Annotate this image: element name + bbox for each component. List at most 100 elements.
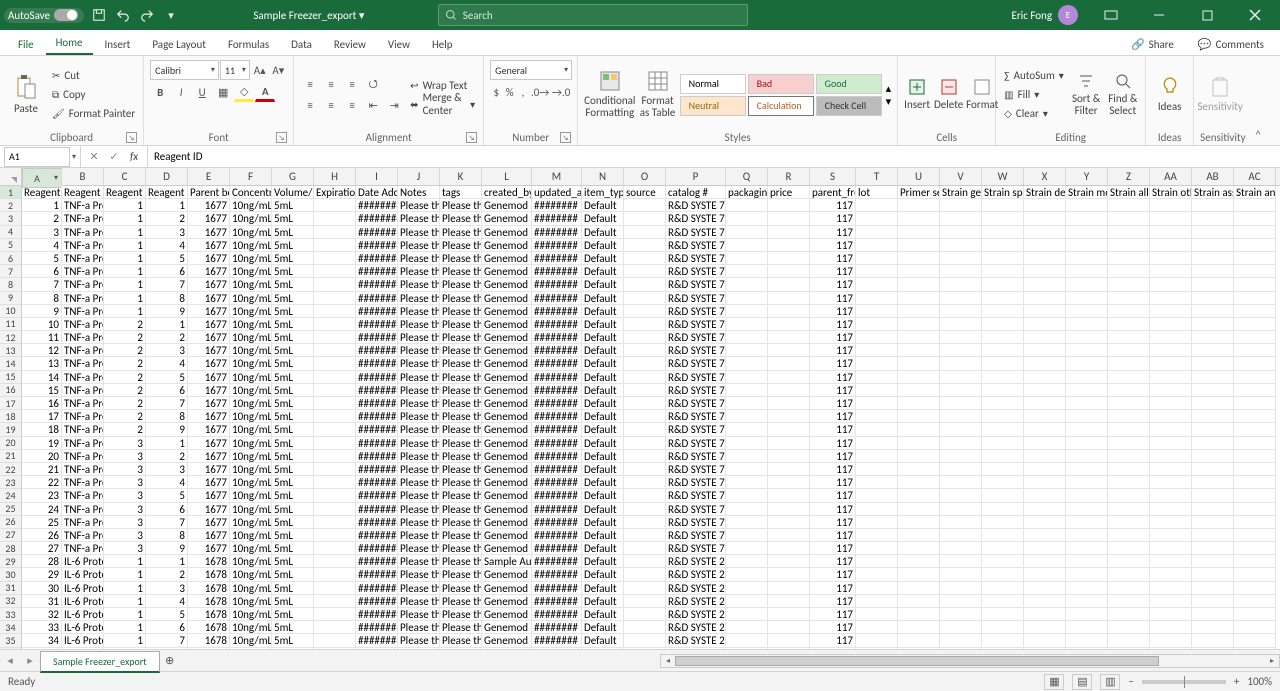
cell[interactable] — [856, 489, 898, 502]
cell[interactable] — [768, 252, 810, 265]
cell[interactable]: 33 — [22, 621, 62, 634]
cell[interactable]: 117 — [810, 450, 856, 463]
cell[interactable] — [726, 371, 768, 384]
cell[interactable] — [624, 503, 666, 516]
cell[interactable]: 5mL — [272, 608, 314, 621]
cell[interactable] — [940, 608, 982, 621]
tab-view[interactable]: View — [378, 34, 420, 55]
cell[interactable]: ######## — [532, 648, 582, 649]
cell[interactable]: 5mL — [272, 582, 314, 595]
cell[interactable]: ######## — [356, 516, 398, 529]
cell[interactable]: Please thro — [440, 608, 482, 621]
cell[interactable]: Genemod — [482, 476, 532, 489]
cell[interactable]: ######## — [356, 621, 398, 634]
cell[interactable] — [1024, 371, 1066, 384]
cell[interactable]: 117 — [810, 582, 856, 595]
autosave-toggle[interactable]: AutoSave — [4, 8, 84, 23]
cell[interactable] — [856, 423, 898, 436]
cell[interactable] — [898, 476, 940, 489]
cell[interactable] — [898, 568, 940, 581]
cell[interactable]: 5mL — [272, 226, 314, 239]
cell[interactable] — [898, 331, 940, 344]
cell[interactable] — [726, 318, 768, 331]
cell[interactable]: lot — [856, 186, 898, 199]
cell[interactable] — [982, 529, 1024, 542]
cell[interactable] — [1150, 423, 1192, 436]
cell[interactable] — [1150, 239, 1192, 252]
cell[interactable] — [314, 384, 356, 397]
cell[interactable] — [768, 410, 810, 423]
cell[interactable]: Genemod — [482, 384, 532, 397]
cell[interactable]: ######## — [532, 371, 582, 384]
cell[interactable] — [726, 226, 768, 239]
maximize-icon[interactable] — [1186, 0, 1228, 30]
cell[interactable]: Default — [582, 239, 624, 252]
cell[interactable]: 117 — [810, 331, 856, 344]
cell[interactable]: 11 — [22, 331, 62, 344]
cell[interactable] — [1234, 595, 1276, 608]
cell[interactable]: ######## — [356, 265, 398, 278]
column-header[interactable]: Q — [726, 168, 768, 185]
cell[interactable] — [768, 476, 810, 489]
cell[interactable]: 3 — [146, 463, 188, 476]
cell[interactable]: TNF-a Pro — [62, 423, 104, 436]
cell[interactable] — [1066, 318, 1108, 331]
cell[interactable]: 10ng/mL — [230, 489, 272, 502]
cell[interactable] — [1150, 397, 1192, 410]
cell[interactable]: parent_fre — [810, 186, 856, 199]
cell[interactable]: 10ng/mL — [230, 476, 272, 489]
cell[interactable]: 1677 — [188, 199, 230, 212]
cell[interactable]: Please thro — [440, 582, 482, 595]
cell[interactable] — [1192, 265, 1234, 278]
cell[interactable]: ######## — [532, 199, 582, 212]
cell[interactable]: Default — [582, 582, 624, 595]
cell[interactable] — [1024, 305, 1066, 318]
cell[interactable] — [898, 555, 940, 568]
cell[interactable]: 1677 — [188, 318, 230, 331]
cell[interactable]: source — [624, 186, 666, 199]
cell[interactable] — [940, 226, 982, 239]
cell[interactable]: ######## — [532, 265, 582, 278]
cell[interactable] — [768, 595, 810, 608]
cell[interactable]: 5mL — [272, 516, 314, 529]
cell[interactable]: 9 — [146, 423, 188, 436]
cancel-formula-icon[interactable]: ✕ — [85, 150, 103, 163]
cell[interactable] — [1108, 608, 1150, 621]
cell[interactable]: Default — [582, 516, 624, 529]
cell[interactable] — [1024, 608, 1066, 621]
cell[interactable] — [1024, 357, 1066, 370]
cell[interactable] — [898, 357, 940, 370]
cell[interactable] — [1066, 608, 1108, 621]
cell[interactable]: R&D SYSTE 7270-IL-010/CF — [666, 423, 726, 436]
cell[interactable] — [768, 582, 810, 595]
cell[interactable]: TNF-a Pro — [62, 357, 104, 370]
cell[interactable]: 18 — [22, 423, 62, 436]
cell[interactable] — [1024, 463, 1066, 476]
cell[interactable]: 3 — [104, 437, 146, 450]
column-header[interactable]: E — [188, 168, 230, 185]
cell[interactable]: R&D SYSTE 210-TA-005 — [666, 608, 726, 621]
cell[interactable] — [768, 555, 810, 568]
page-break-view-icon[interactable]: ▥ — [1100, 674, 1120, 690]
cell[interactable]: ######## — [356, 239, 398, 252]
cell[interactable] — [1192, 463, 1234, 476]
cell[interactable] — [726, 555, 768, 568]
cell[interactable]: 5mL — [272, 476, 314, 489]
cell[interactable] — [898, 595, 940, 608]
cell[interactable]: 1677 — [188, 384, 230, 397]
cell[interactable]: 5mL — [272, 542, 314, 555]
cell[interactable] — [898, 239, 940, 252]
cell[interactable]: TNF-a Pro — [62, 265, 104, 278]
cell[interactable]: Please thro — [398, 621, 440, 634]
cell[interactable]: 3 — [104, 450, 146, 463]
cell[interactable]: 5mL — [272, 621, 314, 634]
cell[interactable]: 5mL — [272, 239, 314, 252]
cell[interactable]: Genemod — [482, 450, 532, 463]
row-header[interactable]: 4 — [0, 226, 22, 239]
cell[interactable] — [940, 357, 982, 370]
underline-button[interactable]: U — [192, 82, 212, 102]
cell[interactable] — [1108, 265, 1150, 278]
cell[interactable]: Genemod — [482, 489, 532, 502]
cell[interactable] — [1066, 529, 1108, 542]
cell[interactable]: 117 — [810, 476, 856, 489]
